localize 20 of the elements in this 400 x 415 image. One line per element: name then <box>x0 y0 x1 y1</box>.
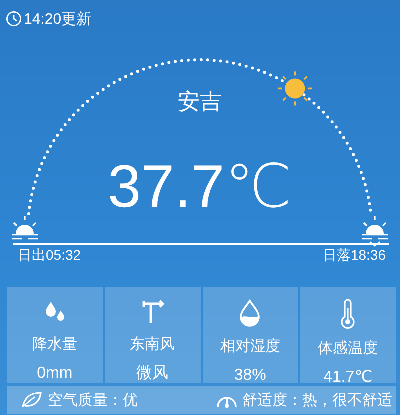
tile-label: 东南风 <box>130 335 176 355</box>
sunrise-time: 日出05:32 <box>18 246 82 264</box>
city-name: 安吉 <box>178 89 222 115</box>
tile-label: 降水量 <box>32 335 78 355</box>
tile-label: 体感温度 <box>318 339 378 359</box>
sunset-icon <box>361 215 389 247</box>
tile-value: 41.7℃ <box>324 368 373 388</box>
tile-label: 相对湿度 <box>220 337 280 357</box>
update-time: 14:20更新 <box>24 10 92 28</box>
leaf-icon <box>21 391 43 409</box>
tile-value: 38% <box>234 366 266 386</box>
footer-text: 空气质量：优 <box>48 390 138 410</box>
temperature: 37.7℃ <box>108 155 292 219</box>
sunset-time: 日落18:36 <box>322 246 386 264</box>
tile-value: 微风 <box>136 364 169 384</box>
footer-text: 舒适度：热，很不舒适 <box>242 390 392 410</box>
thermometer-icon <box>339 299 358 329</box>
sunrise-icon <box>11 215 39 240</box>
clock-icon <box>6 11 22 27</box>
tile-value: 0mm <box>37 364 73 384</box>
